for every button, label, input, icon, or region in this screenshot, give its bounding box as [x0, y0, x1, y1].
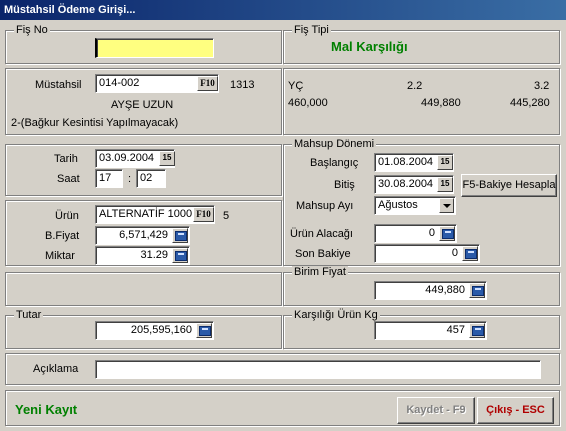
- calculator-icon: [465, 249, 477, 259]
- fis-tipi-group: Fiş Tipi: [283, 24, 560, 64]
- empty-panel: [5, 272, 282, 306]
- aciklama-label: Açıklama: [33, 363, 79, 375]
- mustahsil-label: Müstahsil: [35, 79, 82, 91]
- bfiyat-label: B.Fiyat: [45, 230, 80, 242]
- urun-label: Ürün: [55, 210, 79, 222]
- son-bakiye-label: Son Bakiye: [295, 248, 351, 260]
- urun-code: 5: [223, 210, 230, 222]
- urun-lookup-button[interactable]: F10: [193, 207, 214, 222]
- mahsup-ayi-value: Ağustos: [378, 199, 418, 211]
- son-bakiye-value: 0: [451, 247, 458, 259]
- calculator-icon: [472, 326, 484, 336]
- son-bakiye-calculator-button[interactable]: [462, 246, 478, 261]
- mustahsil-id: 1313: [230, 79, 255, 91]
- ratio-header-2: 2.2: [407, 80, 423, 92]
- fis-no-legend: Fiş No: [14, 24, 50, 36]
- ratio-value-3: 445,280: [510, 97, 550, 109]
- tutar-calculator-button[interactable]: [196, 323, 212, 338]
- fis-tipi-legend: Fiş Tipi: [292, 24, 331, 36]
- bfiyat-value: 6,571,429: [119, 229, 168, 241]
- urun-alacagi-label: Ürün Alacağı: [290, 228, 353, 240]
- calculator-icon: [175, 231, 187, 241]
- chevron-down-icon[interactable]: [439, 198, 454, 213]
- saat-minute-input[interactable]: 02: [136, 169, 166, 188]
- exit-button[interactable]: Çıkış - ESC: [477, 397, 554, 424]
- ratio-header-3: 3.2: [534, 80, 550, 92]
- calculator-icon: [472, 286, 484, 296]
- tutar-value: 205,595,160: [130, 324, 192, 336]
- birim-fiyat-legend: Birim Fiyat: [292, 266, 348, 278]
- ratio-value-2: 449,880: [421, 97, 461, 109]
- mahsup-ayi-label: Mahsup Ayı: [296, 200, 354, 212]
- bitis-calendar-button[interactable]: 15: [437, 177, 453, 192]
- karsiligi-legend: Karşılığı Ürün Kg: [292, 309, 380, 321]
- karsiligi-value: 457: [446, 324, 465, 336]
- mustahsil-note: 2-(Bağkur Kesintisi Yapılmayacak): [11, 117, 179, 129]
- calculator-icon: [175, 251, 187, 261]
- ratio-value-1: 460,000: [288, 97, 328, 109]
- bakiye-hesapla-button[interactable]: F5-Bakiye Hesapla: [461, 174, 557, 197]
- tarih-label: Tarih: [54, 153, 78, 165]
- urun-alacagi-calculator-button[interactable]: [439, 226, 455, 241]
- ratio-header-1: YÇ: [288, 80, 304, 92]
- window-title: Müstahsil Ödeme Girişi...: [0, 0, 566, 20]
- tarih-calendar-button[interactable]: 15: [159, 151, 175, 166]
- saat-separator: :: [128, 173, 132, 185]
- fis-no-input[interactable]: [95, 38, 214, 58]
- mustahsil-lookup-button[interactable]: F10: [197, 76, 218, 91]
- tutar-legend: Tutar: [14, 309, 44, 321]
- saat-label: Saat: [57, 173, 80, 185]
- birim-fiyat-value: 449,880: [425, 284, 465, 296]
- saat-hour-input[interactable]: 17: [95, 169, 123, 188]
- bfiyat-calculator-button[interactable]: [172, 228, 188, 243]
- fis-tipi-value: Mal Karşılığı: [331, 39, 408, 54]
- baslangic-label: Başlangıç: [310, 157, 359, 169]
- miktar-label: Miktar: [45, 250, 75, 262]
- status-text: Yeni Kayıt: [15, 402, 78, 417]
- bitis-label: Bitiş: [334, 179, 355, 191]
- mustahsil-name: AYŞE UZUN: [111, 99, 174, 111]
- baslangic-calendar-button[interactable]: 15: [437, 155, 453, 170]
- calculator-icon: [199, 326, 211, 336]
- urun-alacagi-value: 0: [428, 227, 435, 239]
- miktar-calculator-button[interactable]: [172, 248, 188, 263]
- karsiligi-calculator-button[interactable]: [469, 323, 485, 338]
- aciklama-input[interactable]: [95, 360, 541, 379]
- birim-fiyat-calculator-button[interactable]: [469, 283, 485, 298]
- calculator-icon: [442, 229, 454, 239]
- miktar-value: 31.29: [140, 249, 168, 261]
- mahsup-legend: Mahsup Dönemi: [292, 138, 377, 150]
- save-button[interactable]: Kaydet - F9: [397, 397, 475, 424]
